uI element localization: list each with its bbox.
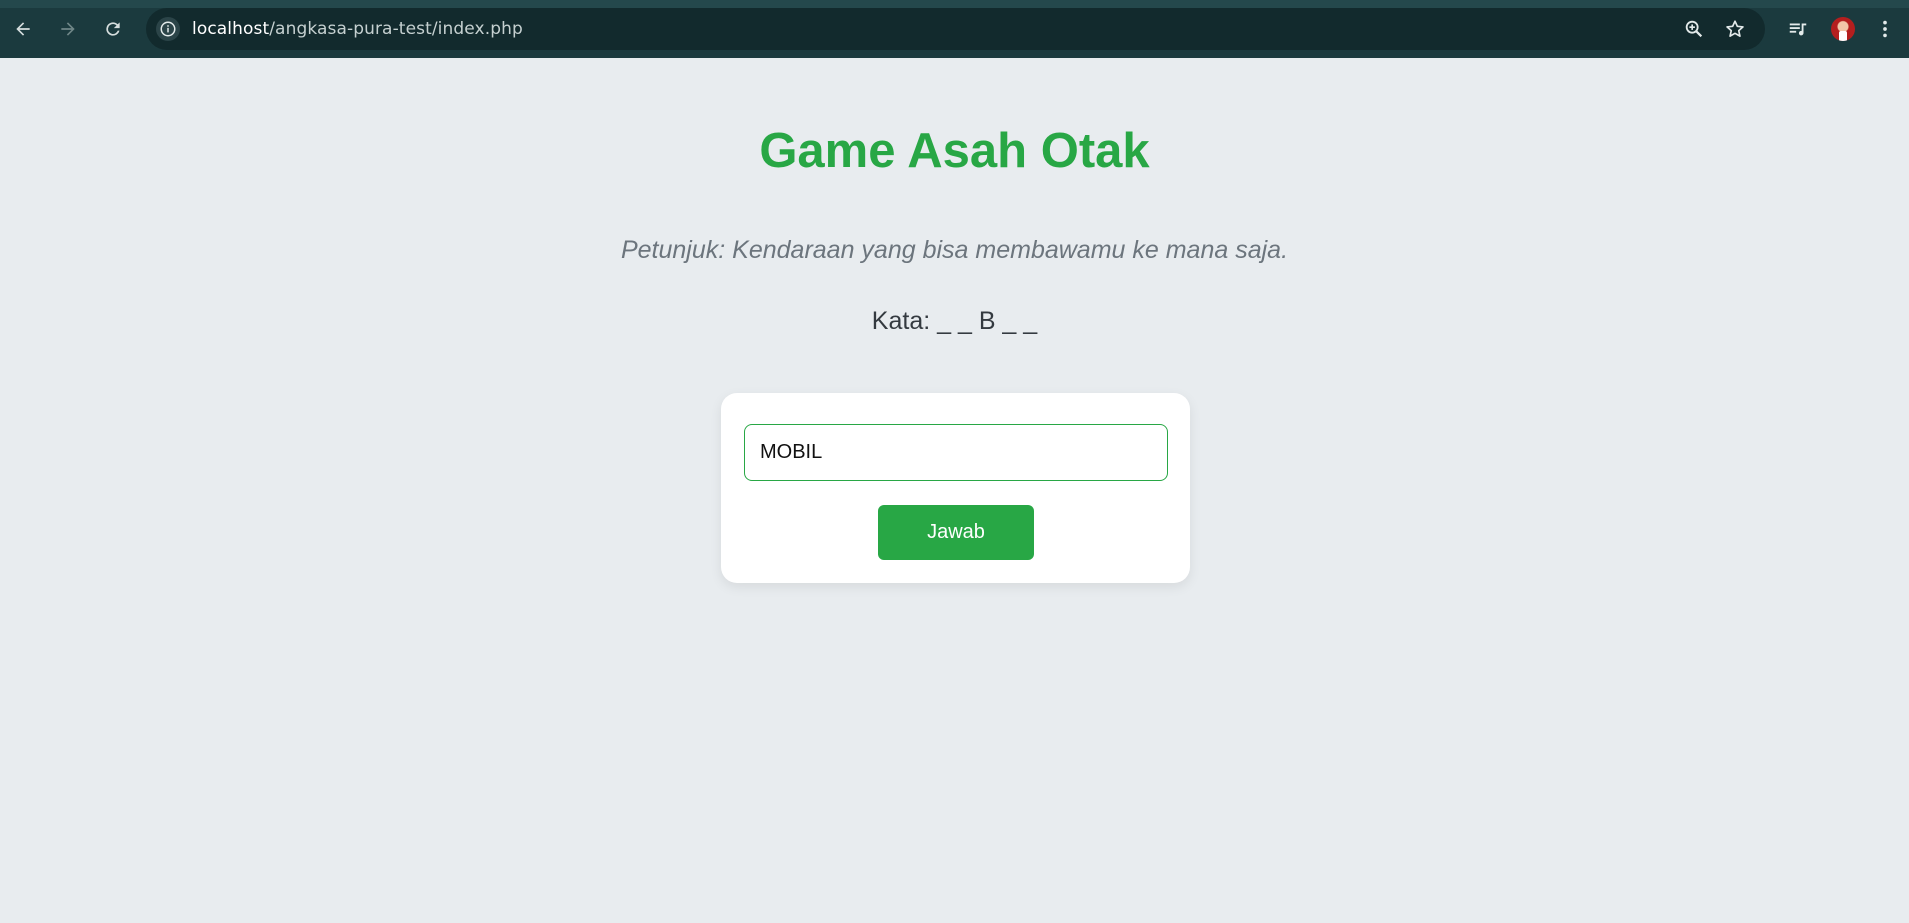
site-info-icon[interactable] (156, 17, 180, 41)
more-vert-icon (1883, 20, 1887, 38)
profile-button[interactable] (1828, 14, 1858, 44)
reload-icon (106, 22, 120, 36)
hint-text: Petunjuk: Kendaraan yang bisa membawamu … (620, 236, 1289, 264)
browser-toolbar: localhost/angkasa-pura-test/index.php (0, 0, 1909, 58)
media-queue-button[interactable] (1783, 14, 1813, 44)
word-puzzle: Kata: _ _ B _ _ (871, 307, 1038, 335)
url-host: localhost (192, 19, 270, 39)
back-arrow-icon (16, 22, 30, 36)
forward-arrow-icon (61, 22, 75, 36)
zoom-button[interactable] (1683, 18, 1705, 40)
profile-avatar-icon (1831, 17, 1855, 41)
url-text[interactable]: localhost/angkasa-pura-test/index.php (192, 19, 523, 39)
back-button[interactable] (8, 14, 38, 44)
answer-card: Jawab (721, 393, 1190, 583)
url-path: /angkasa-pura-test/index.php (269, 19, 523, 39)
page-content: Game Asah Otak Petunjuk: Kendaraan yang … (0, 58, 1909, 923)
info-icon (160, 21, 176, 37)
answer-input[interactable] (744, 424, 1168, 481)
media-queue-icon (1789, 23, 1807, 36)
page-title: Game Asah Otak (759, 124, 1150, 178)
star-icon (1726, 20, 1744, 37)
reload-button[interactable] (98, 14, 128, 44)
address-bar[interactable]: localhost/angkasa-pura-test/index.php (146, 8, 1765, 50)
submit-answer-button[interactable]: Jawab (878, 505, 1034, 560)
bookmark-button[interactable] (1724, 18, 1746, 40)
forward-button[interactable] (53, 14, 83, 44)
zoom-icon (1685, 20, 1703, 38)
menu-button[interactable] (1870, 14, 1900, 44)
